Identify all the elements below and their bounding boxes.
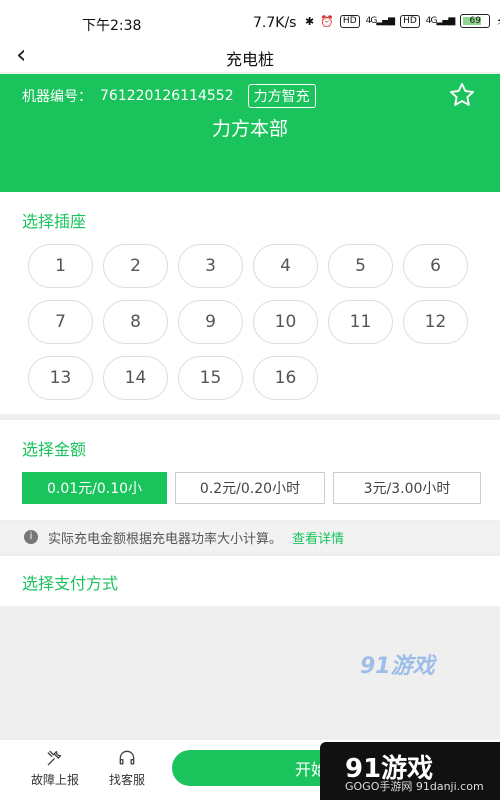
socket-button[interactable]: 12 [403,300,468,344]
wrench-icon [47,750,62,766]
amount-section-title: 选择金额 [22,440,87,459]
notice-text: 实际充电金额根据充电器功率大小计算。 [48,531,283,547]
nav-bar: ‹ 充电桩 [0,40,500,72]
bluetooth-icon: ✱ [305,14,315,28]
socket-button[interactable]: 15 [178,356,243,400]
amount-option[interactable]: 3元/3.00小时 [333,472,481,504]
page-title: 充电桩 [225,50,274,69]
status-bar: 下午2:38 7.7K/s ✱ ⏰ HD 4G▂▄▆ HD 4G▂▄▆ 69 ⚡ [0,0,500,40]
network-speed: 7.7K/s [253,15,297,31]
socket-grid: 1 2 3 4 5 6 7 8 9 10 11 12 13 14 15 16 [28,244,478,400]
payment-section: 选择支付方式 [0,556,500,606]
socket-button[interactable]: 7 [28,300,93,344]
socket-button[interactable]: 10 [253,300,318,344]
socket-button[interactable]: 9 [178,300,243,344]
info-icon: i [24,530,38,544]
signal-icon: 4G▂▄▆ [365,16,395,26]
amount-options: 0.01元/0.10小 0.2元/0.20小时 3元/3.00小时 [22,472,481,504]
socket-button[interactable]: 8 [103,300,168,344]
status-icons: ✱ ⏰ HD 4G▂▄▆ HD 4G▂▄▆ 69 ⚡ [305,14,500,28]
watermark-logo-sub: GOGO手游网 91danji.com [345,780,484,793]
view-details-link[interactable]: 查看详情 [292,528,344,547]
socket-button[interactable]: 11 [328,300,393,344]
socket-button[interactable]: 14 [103,356,168,400]
amount-option-selected[interactable]: 0.01元/0.10小 [22,472,167,504]
status-time: 下午2:38 [82,18,142,34]
socket-button[interactable]: 4 [253,244,318,288]
signal-label-2: 4G [425,16,438,26]
customer-service-label: 找客服 [108,773,145,787]
signal-icon-2: 4G▂▄▆ [425,16,455,26]
battery-icon: 69 [460,14,491,28]
charging-icon: ⚡ [496,15,500,28]
brand-tag: 力方智充 [247,84,316,108]
amount-option[interactable]: 0.2元/0.20小时 [175,472,325,504]
watermark: 91游戏 [360,654,435,679]
alarm-icon: ⏰ [320,14,334,28]
socket-button[interactable]: 1 [28,244,93,288]
customer-service-button[interactable]: 找客服 [92,748,162,788]
station-banner: 机器编号： 761220126114552 力方智充 力方本部 [0,74,500,192]
battery-level: 69 [469,16,481,26]
headset-icon [119,750,135,765]
machine-number: 761220126114552 [100,88,234,104]
socket-button[interactable]: 16 [253,356,318,400]
machine-info: 机器编号： 761220126114552 力方智充 [22,84,316,108]
socket-button[interactable]: 6 [403,244,468,288]
socket-button[interactable]: 3 [178,244,243,288]
socket-section: 选择插座 1 2 3 4 5 6 7 8 9 10 11 12 13 14 15… [0,192,500,414]
fault-report-label: 故障上报 [30,773,79,787]
pricing-notice: i 实际充电金额根据充电器功率大小计算。 查看详情 [0,522,500,552]
socket-button[interactable]: 2 [103,244,168,288]
signal-label: 4G [365,16,378,26]
star-icon[interactable] [448,81,476,109]
machine-number-label: 机器编号： [22,89,92,105]
payment-section-title: 选择支付方式 [22,574,119,593]
socket-button[interactable]: 13 [28,356,93,400]
amount-section: 选择金额 0.01元/0.10小 0.2元/0.20小时 3元/3.00小时 [0,420,500,520]
station-name: 力方本部 [211,118,288,140]
fault-report-button[interactable]: 故障上报 [20,748,90,788]
socket-section-title: 选择插座 [22,212,87,231]
hd-badge: HD [339,14,360,28]
hd-badge-2: HD [400,14,420,28]
socket-button[interactable]: 5 [328,244,393,288]
